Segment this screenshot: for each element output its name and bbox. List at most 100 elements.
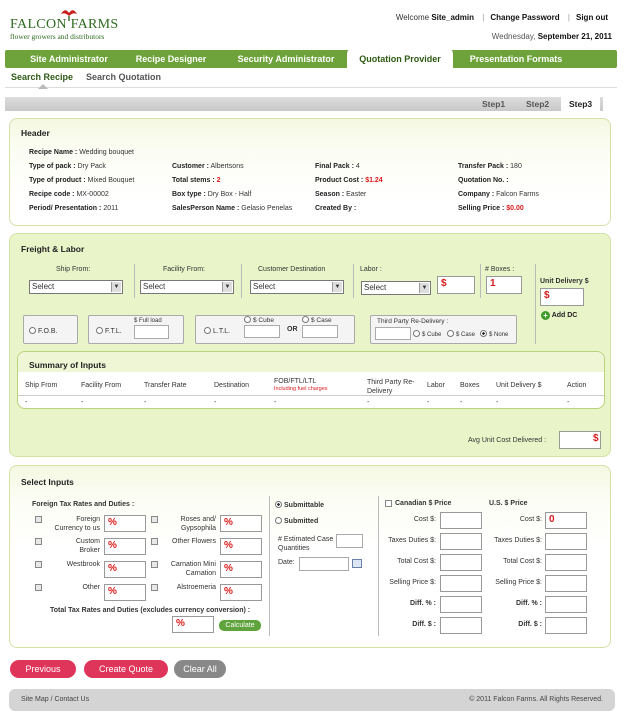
avg-cost-input[interactable]: $	[559, 431, 601, 449]
other-checkbox[interactable]	[35, 584, 42, 591]
alstroemeria-pct: %	[224, 586, 233, 597]
tp-none-radio[interactable]: $ None	[480, 330, 508, 338]
subtab-search-quotation[interactable]: Search Quotation	[86, 72, 161, 82]
cad-selling-price-input[interactable]	[440, 575, 482, 592]
step-2[interactable]: Step2	[526, 99, 549, 109]
avg-cost-dollar-sign: $	[593, 433, 599, 444]
other-input[interactable]: %	[104, 584, 146, 601]
carnation-label: Carnation Mini Carnation	[170, 561, 216, 577]
third-party-input[interactable]	[375, 327, 411, 340]
foreign-currency-input[interactable]: %	[104, 515, 146, 532]
tab-presentation-formats[interactable]: Presentation Formats	[461, 50, 571, 68]
customer-destination-select-value: Select	[253, 282, 276, 291]
ltl-cube-input[interactable]	[244, 325, 280, 338]
date-input[interactable]	[299, 557, 349, 571]
active-tab-pointer	[38, 84, 48, 89]
ltl-case-input[interactable]	[302, 325, 338, 338]
full-load-input[interactable]	[134, 325, 169, 339]
customer-destination-select[interactable]: Select ▼	[250, 280, 344, 294]
cad-taxes-input[interactable]	[440, 533, 482, 550]
fob-radio-circle[interactable]	[29, 327, 36, 334]
alstroemeria-input[interactable]: %	[220, 584, 262, 601]
create-quote-button[interactable]: Create Quote	[84, 660, 168, 678]
current-date: Wednesday, September 21, 2011	[492, 32, 612, 41]
tp-none-radio-circle[interactable]	[480, 330, 487, 337]
usd-diff-dollar-input[interactable]	[545, 617, 587, 634]
cad-cost-input[interactable]	[440, 512, 482, 529]
ship-from-select[interactable]: Select ▼	[29, 280, 123, 294]
carnation-input[interactable]: %	[220, 561, 262, 578]
usd-diff-pct-input[interactable]	[545, 596, 587, 613]
tp-case-radio[interactable]: $ Case	[447, 330, 475, 338]
step-3[interactable]: Step3	[561, 97, 601, 111]
usd-taxes-input[interactable]	[545, 533, 587, 550]
tp-cube-radio[interactable]: $ Cube	[413, 330, 441, 338]
sign-out-link[interactable]: Sign out	[576, 13, 608, 22]
foreign-currency-checkbox[interactable]	[35, 516, 42, 523]
cad-total-cost-input[interactable]	[440, 554, 482, 571]
tp-case-radio-circle[interactable]	[447, 330, 454, 337]
calendar-icon[interactable]	[352, 559, 362, 568]
labor-select[interactable]: Select ▼	[361, 281, 431, 295]
chevron-down-icon: ▼	[419, 283, 429, 293]
col-transfer-rate: Transfer Rate	[144, 382, 187, 389]
product-cost-value: $1.24	[365, 177, 383, 184]
roses-checkbox[interactable]	[151, 516, 158, 523]
footer-links[interactable]: Site Map / Contact Us	[21, 696, 89, 703]
ltl-cube-radio-circle[interactable]	[244, 316, 251, 323]
ftl-radio-circle[interactable]	[96, 327, 103, 334]
add-dc-button[interactable]: + Add DC	[541, 311, 577, 320]
ltl-case-radio-circle[interactable]	[302, 316, 309, 323]
estimated-input[interactable]	[336, 534, 363, 548]
tp-case-label: $ Case	[456, 332, 476, 338]
ftl-radio[interactable]: F.T.L.	[96, 327, 122, 335]
col-action: Action	[567, 382, 587, 389]
usd-total-cost-input[interactable]	[545, 554, 587, 571]
facility-from-select[interactable]: Select ▼	[140, 280, 234, 294]
westbrook-input[interactable]: %	[104, 561, 146, 578]
roses-input[interactable]: %	[220, 515, 262, 532]
submitted-radio-circle[interactable]	[275, 517, 282, 524]
total-tax-input[interactable]: %	[172, 616, 214, 633]
submittable-radio-circle[interactable]	[275, 501, 282, 508]
carnation-checkbox[interactable]	[151, 561, 158, 568]
usd-cost-input[interactable]: 0	[545, 512, 587, 529]
change-password-link[interactable]: Change Password	[490, 13, 559, 22]
cad-diff-pct-input[interactable]	[440, 596, 482, 613]
cell-action: -	[567, 399, 570, 406]
tab-quotation-provider[interactable]: Quotation Provider	[347, 48, 453, 68]
westbrook-checkbox[interactable]	[35, 561, 42, 568]
ltl-cube-radio[interactable]: $ Cube	[244, 316, 274, 324]
ltl-radio[interactable]: L.T.L.	[204, 327, 230, 335]
alstroemeria-checkbox[interactable]	[151, 584, 158, 591]
freight-labor-panel: Freight & Labor Ship From: Facility From…	[9, 233, 611, 457]
subtab-search-recipe[interactable]: Search Recipe	[11, 72, 73, 82]
submitted-radio[interactable]: Submitted	[275, 517, 318, 525]
salesperson-value: Gelasio Penelas	[241, 205, 293, 212]
canadian-price-checkbox[interactable]	[385, 500, 392, 507]
submittable-radio[interactable]: Submittable	[275, 501, 324, 509]
custom-broker-checkbox[interactable]	[35, 538, 42, 545]
calculate-button[interactable]: Calculate	[219, 620, 261, 631]
ltl-radio-circle[interactable]	[204, 327, 211, 334]
step-1[interactable]: Step1	[482, 99, 505, 109]
usd-selling-price-input[interactable]	[545, 575, 587, 592]
boxes-input[interactable]: 1	[486, 276, 522, 294]
other-flowers-checkbox[interactable]	[151, 538, 158, 545]
fob-radio[interactable]: F.O.B.	[29, 327, 57, 335]
tab-site-administrator[interactable]: Site Administrator	[21, 50, 117, 68]
custom-broker-input[interactable]: %	[104, 538, 146, 555]
customer-destination-label: Customer Destination	[258, 266, 326, 273]
other-flowers-input[interactable]: %	[220, 538, 262, 555]
ltl-case-radio[interactable]: $ Case	[302, 316, 332, 324]
unit-delivery-input[interactable]: $	[540, 288, 584, 306]
previous-button[interactable]: Previous	[10, 660, 76, 678]
logo[interactable]: FALCON FARMS flower growers and distribu…	[10, 7, 125, 41]
cad-diff-dollar-input[interactable]	[440, 617, 482, 634]
clear-all-button[interactable]: Clear All	[174, 660, 226, 678]
tab-security-administrator[interactable]: Security Administrator	[227, 50, 345, 68]
labor-amount-input[interactable]: $	[437, 276, 475, 294]
tab-recipe-designer[interactable]: Recipe Designer	[123, 50, 219, 68]
transfer-pack-value: 180	[510, 163, 522, 170]
tp-cube-radio-circle[interactable]	[413, 330, 420, 337]
